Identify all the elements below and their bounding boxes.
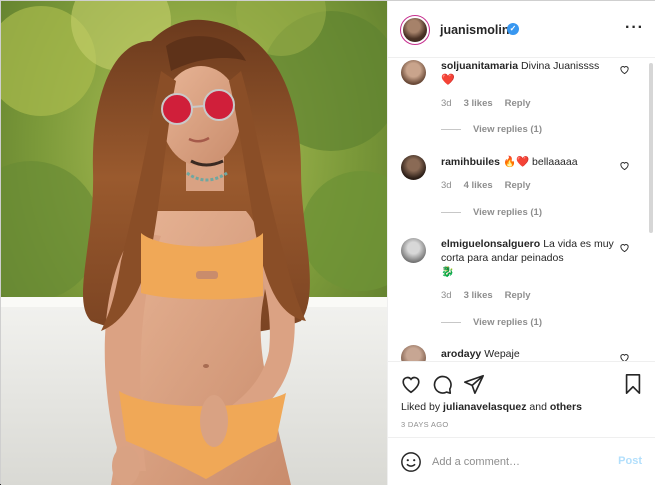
- liked-by-user-link[interactable]: julianavelasquez: [443, 401, 526, 413]
- comment-avatar[interactable]: [401, 238, 426, 263]
- comment-time[interactable]: 3d: [441, 98, 452, 109]
- view-replies-button[interactable]: View replies (1): [441, 124, 542, 135]
- comment-time[interactable]: 3d: [441, 180, 452, 191]
- comment-meta: 3d 3 likes Reply: [441, 98, 543, 109]
- verified-badge-icon: ✓: [507, 23, 519, 35]
- comment-like-icon[interactable]: [619, 352, 630, 361]
- comment-avatar[interactable]: [401, 345, 426, 361]
- post-timestamp[interactable]: 3 DAYS AGO: [401, 420, 448, 429]
- comment-text: ramihbuiles 🔥❤️ bellaaaaa: [441, 155, 626, 169]
- comment-item: soljuanitamaria Divina Juanissss ❤️ 3d 3 l…: [388, 58, 655, 141]
- post-photo[interactable]: [1, 1, 387, 485]
- comment-body: bellaaaaa: [532, 156, 578, 168]
- post-actions: Liked by julianavelasquez and others 3 D…: [388, 361, 655, 437]
- comment-avatar[interactable]: [401, 60, 426, 85]
- comment-body: Divina Juanissss: [521, 60, 600, 72]
- liked-by-text: Liked by julianavelasquez and others: [401, 401, 582, 413]
- view-replies-label: View replies (1): [473, 317, 542, 328]
- comment-reply-button[interactable]: Reply: [505, 290, 531, 301]
- comment-likes[interactable]: 3 likes: [464, 98, 493, 109]
- post-modal: juanismolina ✓ ··· soljuanitamaria Divina…: [0, 0, 655, 485]
- comment-emoji: 🐉: [441, 266, 455, 278]
- save-bookmark-icon[interactable]: [622, 373, 644, 395]
- author-avatar[interactable]: [400, 15, 430, 45]
- liked-and: and: [529, 401, 547, 413]
- comment-reply-button[interactable]: Reply: [505, 180, 531, 191]
- post-side-panel: juanismolina ✓ ··· soljuanitamaria Divina…: [387, 1, 655, 485]
- comment-username[interactable]: soljuanitamaria: [441, 60, 518, 72]
- view-replies-button[interactable]: View replies (1): [441, 207, 542, 218]
- comment-username[interactable]: arodayy: [441, 348, 481, 360]
- post-image: [1, 1, 387, 485]
- comment-likes[interactable]: 3 likes: [464, 290, 493, 301]
- comment-emoji: 🔥❤️: [502, 156, 530, 168]
- add-comment-bar: Post: [388, 437, 655, 485]
- comment-avatar[interactable]: [401, 155, 426, 180]
- emoji-icon[interactable]: [400, 451, 422, 473]
- comment-item: arodayy Wepaje: [388, 343, 655, 361]
- post-comment-button[interactable]: Post: [618, 455, 642, 467]
- comment-like-icon[interactable]: [619, 160, 630, 171]
- comment-item: ramihbuiles 🔥❤️ bellaaaaa 3d 4 likes Reply …: [388, 150, 655, 226]
- comment-text: arodayy Wepaje: [441, 347, 626, 361]
- post-header: juanismolina ✓ ···: [388, 1, 655, 58]
- comment-meta: 3d 4 likes Reply: [441, 180, 543, 191]
- comment-meta: 3d 3 likes Reply: [441, 290, 543, 301]
- comments-scrollbar[interactable]: [649, 63, 653, 233]
- view-replies-label: View replies (1): [473, 124, 542, 135]
- comment-like-icon[interactable]: [619, 64, 630, 75]
- comment-reply-button[interactable]: Reply: [505, 98, 531, 109]
- liked-others-link[interactable]: others: [550, 401, 582, 413]
- comment-input[interactable]: [432, 452, 612, 472]
- comment-item: elmiguelonsalguero La vida es muy corta p…: [388, 233, 655, 333]
- comments-list[interactable]: soljuanitamaria Divina Juanissss ❤️ 3d 3 l…: [388, 58, 655, 361]
- comment-emoji: ❤️: [441, 74, 455, 86]
- share-send-icon[interactable]: [463, 373, 485, 395]
- comment-likes[interactable]: 4 likes: [464, 180, 493, 191]
- comment-like-icon[interactable]: [619, 242, 630, 253]
- view-replies-button[interactable]: View replies (1): [441, 317, 542, 328]
- comment-time[interactable]: 3d: [441, 290, 452, 301]
- comment-username[interactable]: ramihbuiles: [441, 156, 500, 168]
- comment-username[interactable]: elmiguelonsalguero: [441, 238, 540, 250]
- view-replies-label: View replies (1): [473, 207, 542, 218]
- liked-prefix: Liked by: [401, 401, 441, 413]
- comment-body: Wepaje: [484, 348, 520, 360]
- more-options-icon[interactable]: ···: [625, 19, 644, 37]
- author-username[interactable]: juanismolina: [440, 23, 516, 37]
- comment-text: soljuanitamaria Divina Juanissss ❤️: [441, 59, 626, 87]
- comment-bubble-icon[interactable]: [431, 373, 453, 395]
- comment-text: elmiguelonsalguero La vida es muy corta p…: [441, 237, 626, 279]
- like-heart-icon[interactable]: [400, 373, 422, 395]
